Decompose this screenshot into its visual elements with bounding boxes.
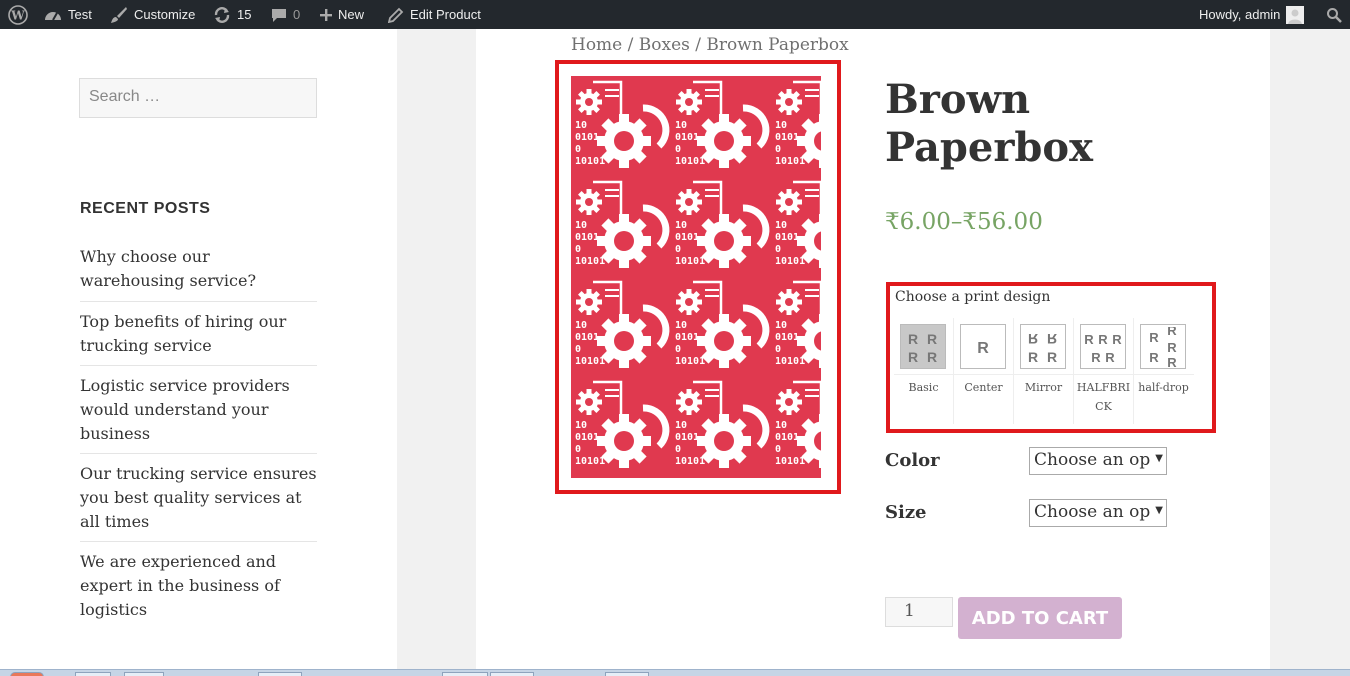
design-thumb: RRRRR [1080,324,1126,369]
taskbar-item[interactable] [124,672,164,676]
svg-text:R: R [908,331,918,347]
search-icon[interactable] [1326,0,1342,29]
svg-text:R: R [1149,330,1159,345]
dropdown-arrow-icon: ▼ [1153,453,1163,464]
taskbar-item[interactable] [490,672,534,676]
svg-text:R: R [1047,349,1057,365]
brush-icon [111,6,127,23]
taskbar-item[interactable] [605,672,649,676]
size-select[interactable]: Choose an op ▼ [1029,499,1167,527]
updates-icon [214,6,230,23]
comments-count: 0 [293,7,301,22]
svg-text:R: R [1112,332,1122,347]
design-thumb: R [960,324,1006,369]
size-label: Size [885,502,927,523]
post-divider [80,365,317,366]
svg-text:R: R [927,331,937,347]
svg-text:W: W [10,8,25,22]
product-image-highlight: 10 0101 0 10101 [555,60,841,494]
design-name: HALFBRICK [1076,381,1131,413]
svg-text:R: R [1167,355,1177,367]
recent-post-link[interactable]: Our trucking service ensures you best qu… [80,462,317,534]
comment-icon [272,8,286,22]
design-name: half-drop [1138,381,1189,394]
dropdown-arrow-icon: ▼ [1153,505,1163,516]
taskbar-item[interactable] [258,672,302,676]
site-name-menu[interactable]: Test [44,0,92,29]
updates-link[interactable]: 15 [213,0,251,29]
recent-post-link[interactable]: Why choose our warehousing service? [80,245,317,293]
design-thumb: RRRR [900,324,946,369]
design-thumb: RRRRR [1140,324,1186,369]
design-option-basic[interactable]: RRRR Basic [894,318,954,424]
new-content-link[interactable]: New [320,0,364,29]
taskbar [0,669,1350,676]
design-name: Center [964,381,1003,394]
svg-text:R: R [927,349,937,365]
recent-posts-heading: RECENT POSTS [80,200,211,217]
svg-text:R: R [1098,332,1108,347]
svg-text:R: R [1167,327,1177,338]
post-divider [80,301,317,302]
color-label: Color [885,450,940,471]
design-name: Mirror [1024,381,1063,394]
recent-post-link[interactable]: We are experienced and expert in the bus… [80,550,317,622]
product-title: Brown Paperbox [885,76,1093,171]
taskbar-item[interactable] [75,672,111,676]
taskbar-item[interactable] [442,672,488,676]
print-design-label: Choose a print design [895,289,1051,305]
recent-post-link[interactable]: Logistic service providers would underst… [80,374,317,446]
quantity-input[interactable]: 1 [885,597,953,627]
search-input[interactable]: Search … [79,78,317,118]
svg-text:R: R [1149,350,1159,365]
size-select-value: Choose an op [1034,502,1151,522]
print-design-chooser: Choose a print design RRRR Basic R Cente… [886,282,1216,433]
svg-text:R: R [1105,350,1115,365]
admin-bar: W Test Customize 15 0 New Edit Product H… [0,0,1350,29]
edit-product-link[interactable]: Edit Product [388,0,481,29]
sidebar: Search … RECENT POSTS Why choose our war… [0,29,397,669]
color-select-value: Choose an op [1034,450,1151,470]
design-option-half-drop[interactable]: RRRRR half-drop [1134,318,1194,424]
svg-text:R: R [1084,332,1094,347]
svg-text:R: R [1091,350,1101,365]
wordpress-logo-icon[interactable]: W [8,0,28,29]
new-label: New [338,7,365,22]
customize-link[interactable]: Customize [110,0,195,29]
svg-text:R: R [1028,331,1038,347]
svg-text:R: R [1047,331,1057,347]
svg-text:R: R [908,349,918,365]
breadcrumb[interactable]: Home / Boxes / Brown Paperbox [571,35,849,55]
updates-count: 15 [237,7,252,22]
post-divider [80,541,317,542]
design-option-mirror[interactable]: RRRR Mirror [1014,318,1074,424]
color-select[interactable]: Choose an op ▼ [1029,447,1167,475]
design-option-center[interactable]: R Center [954,318,1014,424]
svg-text:R: R [1167,340,1177,355]
account-menu[interactable]: Howdy, admin [1199,0,1305,29]
start-button[interactable] [10,672,44,676]
product-price: ₹6.00–₹56.00 [885,209,1043,235]
dashboard-icon [45,11,61,20]
add-to-cart-button[interactable]: ADD TO CART [958,597,1122,639]
design-thumb: RRRR [1020,324,1066,369]
design-name: Basic [908,381,939,394]
plus-icon [320,8,332,21]
product-image[interactable]: 10 0101 0 10101 [571,76,821,478]
recent-post-link[interactable]: Top benefits of hiring our trucking serv… [80,310,317,358]
post-divider [80,453,317,454]
svg-text:R: R [1028,349,1038,365]
site-name-label: Test [68,7,92,22]
svg-text:R: R [977,340,989,357]
avatar [1286,5,1305,24]
customize-label: Customize [134,7,196,22]
howdy-label: Howdy, admin [1199,7,1281,22]
design-option-halfbrick[interactable]: RRRRR HALFBRICK [1074,318,1134,424]
pencil-icon [388,7,404,23]
comments-link[interactable]: 0 [271,0,300,29]
edit-product-label: Edit Product [410,7,481,22]
